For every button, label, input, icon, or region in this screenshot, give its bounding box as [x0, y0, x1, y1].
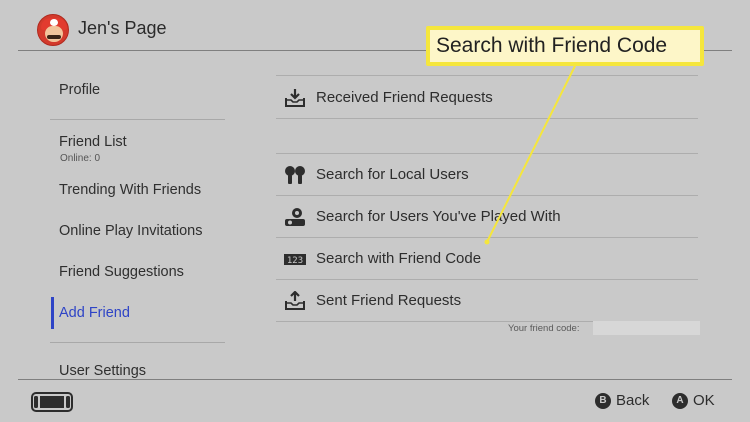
b-button-icon: B [595, 393, 611, 409]
received-friend-requests-button[interactable]: Received Friend Requests [276, 77, 698, 119]
sidebar-item-friend-list[interactable]: Friend List [59, 134, 127, 150]
123-code-icon: 123 [284, 254, 306, 266]
callout-text: Search with Friend Code [436, 34, 668, 57]
sidebar-divider [50, 119, 225, 120]
sidebar-item-friend-list-online-count: Online: 0 [60, 153, 101, 164]
friend-code-label: Your friend code: [508, 323, 580, 334]
sidebar-divider [50, 342, 225, 343]
search-played-with-button[interactable]: Search for Users You've Played With [276, 196, 698, 238]
avatar-mustache [47, 35, 61, 39]
sidebar-item-profile[interactable]: Profile [59, 82, 100, 98]
search-friend-code-button[interactable]: 123 Search with Friend Code [276, 238, 698, 280]
page-title: Jen's Page [78, 18, 167, 38]
ok-label: OK [693, 392, 715, 409]
search-local-users-label: Search for Local Users [316, 166, 469, 183]
sidebar-item-add-friend[interactable]: Add Friend [59, 305, 130, 321]
sidebar-item-friend-suggestions[interactable]: Friend Suggestions [59, 264, 184, 280]
inbox-download-icon [285, 89, 305, 107]
sent-friend-requests-button[interactable]: Sent Friend Requests [276, 280, 698, 322]
played-with-users-icon [285, 208, 305, 226]
sidebar-item-user-settings[interactable]: User Settings [59, 363, 146, 379]
sidebar: Profile Friend List Online: 0 Trending W… [0, 51, 240, 379]
active-item-indicator [51, 297, 54, 329]
avatar-face [45, 26, 63, 42]
avatar-cap-emblem [50, 19, 58, 26]
search-friend-code-label: Search with Friend Code [316, 250, 482, 267]
avatar[interactable] [37, 14, 69, 46]
a-button-icon: A [672, 393, 688, 409]
footer-divider [18, 379, 732, 380]
sidebar-item-online-play-invitations[interactable]: Online Play Invitations [59, 223, 202, 239]
svg-text:123: 123 [287, 256, 303, 266]
list-top-divider [276, 75, 698, 76]
search-played-with-label: Search for Users You've Played With [316, 208, 561, 225]
callout-box: Search with Friend Code [426, 26, 704, 66]
sidebar-item-trending-with-friends[interactable]: Trending With Friends [59, 182, 201, 198]
back-label: Back [616, 392, 650, 409]
local-users-icon [285, 166, 305, 184]
sent-friend-requests-label: Sent Friend Requests [316, 292, 462, 309]
search-local-users-button[interactable]: Search for Local Users [276, 154, 698, 196]
outbox-upload-icon [285, 291, 305, 310]
received-friend-requests-label: Received Friend Requests [316, 89, 493, 106]
friend-code-value-redacted [593, 321, 700, 335]
switch-console-icon [31, 392, 73, 412]
